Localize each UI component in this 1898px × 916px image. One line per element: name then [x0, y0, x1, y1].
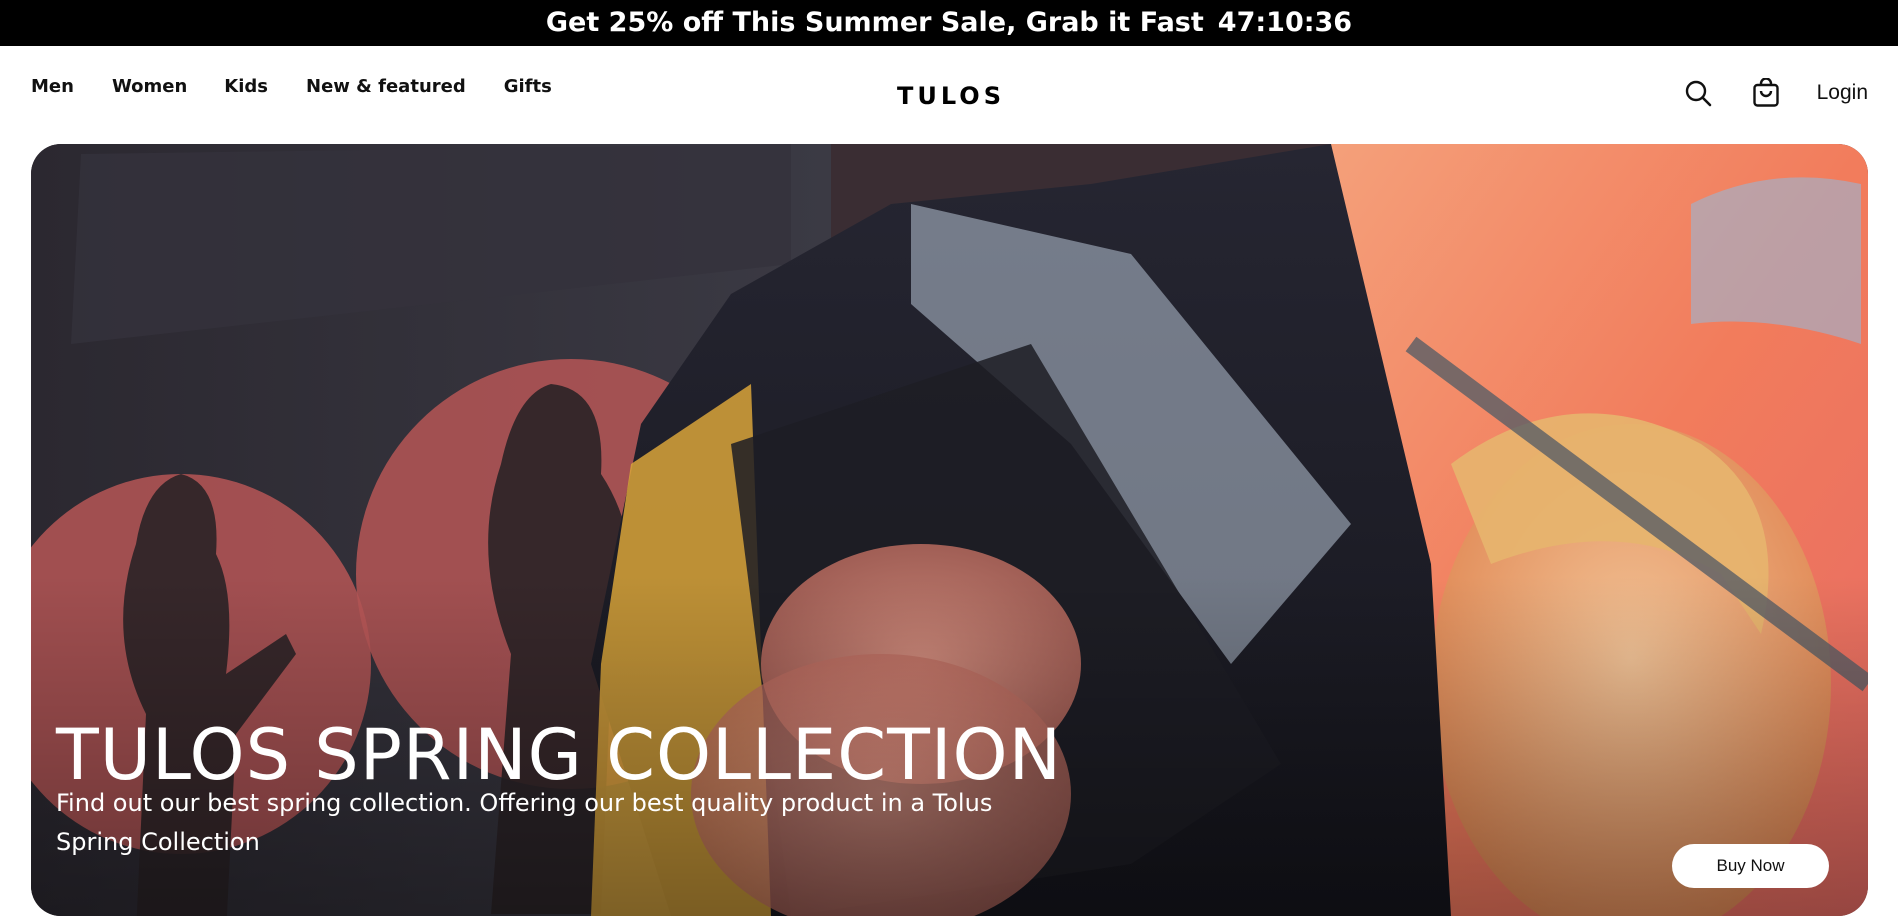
nav-actions: Login — [1681, 76, 1868, 110]
search-button[interactable] — [1681, 76, 1715, 110]
login-link[interactable]: Login — [1817, 81, 1868, 105]
brand-logo[interactable]: TULOS — [0, 82, 1898, 110]
hero-description: Find out our best spring collection. Off… — [56, 789, 993, 856]
promo-text: Get 25% off This Summer Sale, Grab it Fa… — [545, 7, 1204, 38]
promo-bar: Get 25% off This Summer Sale, Grab it Fa… — [0, 0, 1898, 46]
hero-banner: TULOS SPRING COLLECTION Find out our bes… — [31, 144, 1868, 916]
search-icon — [1685, 80, 1711, 107]
brand-logo-text: TULOS — [897, 82, 1005, 110]
promo-countdown: 47:10:36 — [1217, 7, 1353, 38]
cart-button[interactable] — [1749, 76, 1783, 110]
buy-now-button[interactable]: Buy Now — [1672, 844, 1829, 888]
navbar: Men Women Kids New & featured Gifts TULO… — [0, 46, 1898, 144]
shopping-bag-icon — [1752, 78, 1779, 107]
